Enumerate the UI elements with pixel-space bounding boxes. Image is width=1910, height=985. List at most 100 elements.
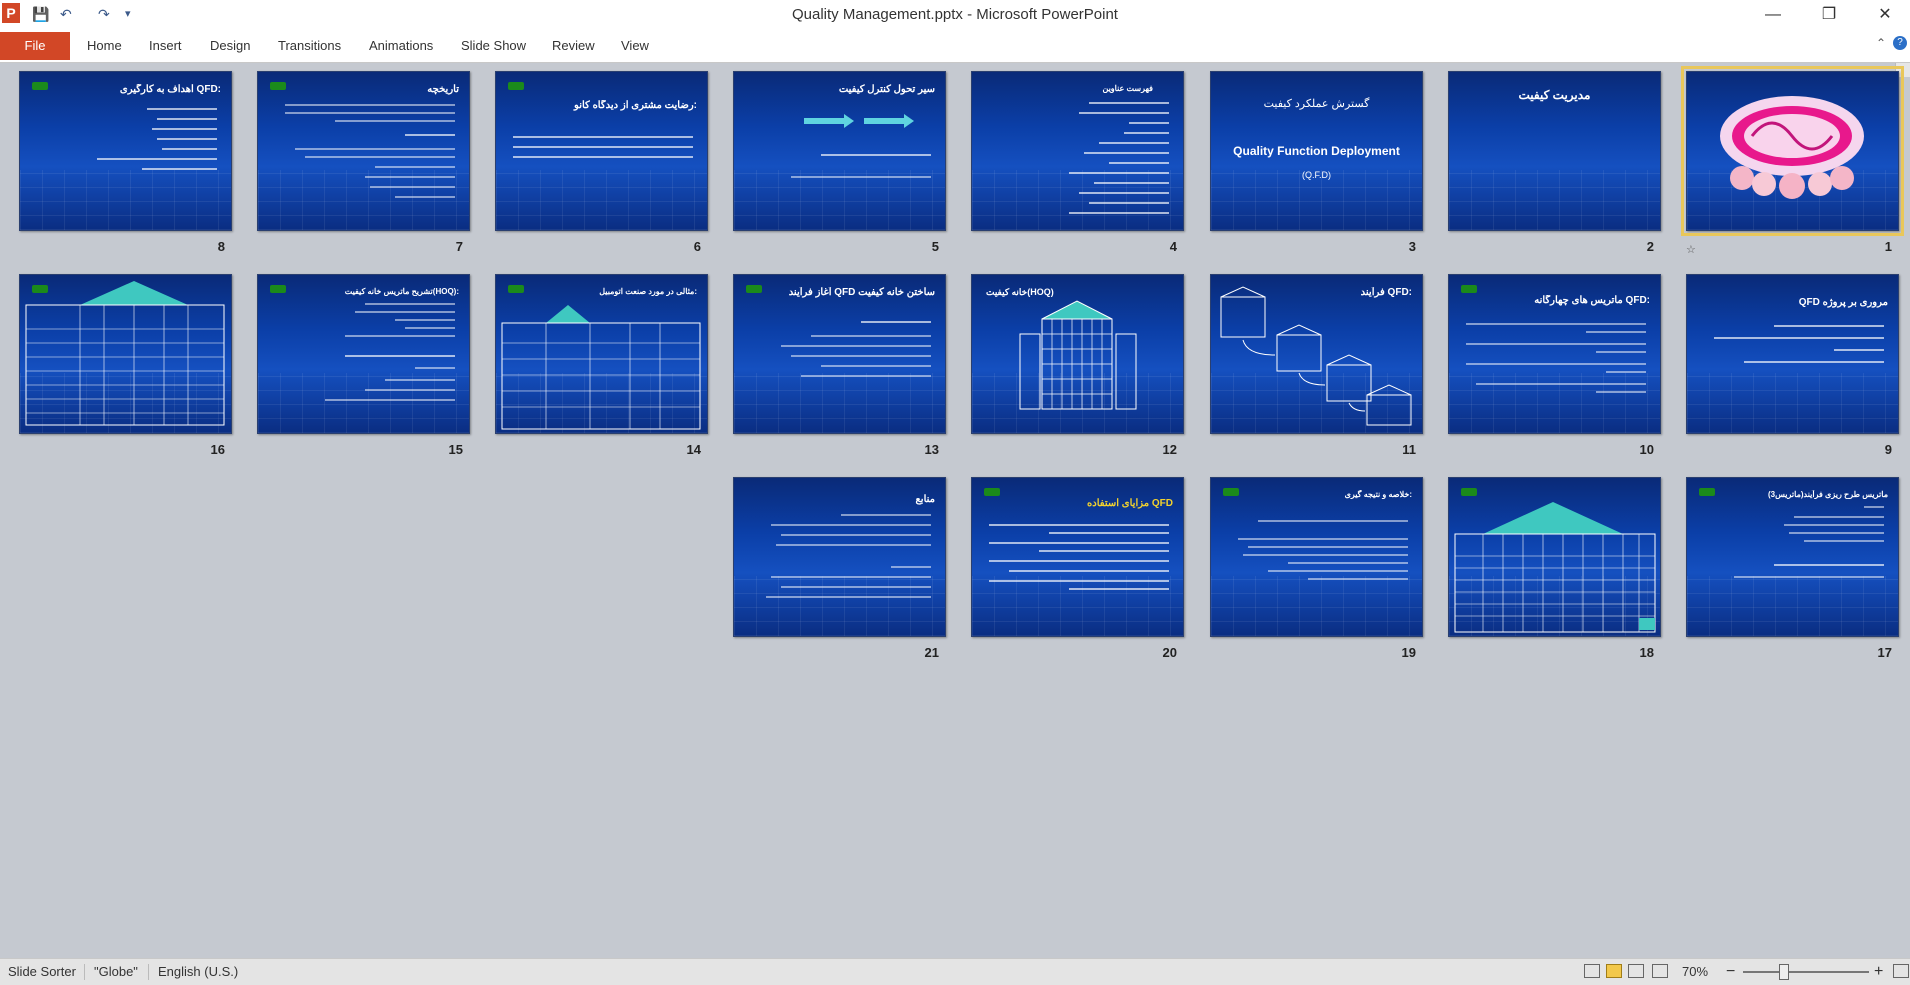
- tab-animations[interactable]: Animations: [369, 32, 433, 60]
- text-line: [370, 186, 455, 188]
- slide-background-grid: [1211, 576, 1422, 636]
- text-line: [1774, 564, 1884, 566]
- slide-number: 2: [1646, 239, 1654, 254]
- slide-thumbnail-3[interactable]: گسترش عملکرد کیفیت Quality Function Depl…: [1210, 71, 1423, 231]
- slide-thumbnail-18[interactable]: [1448, 477, 1661, 637]
- zoom-in-button[interactable]: +: [1874, 959, 1883, 985]
- text-line: [335, 120, 455, 122]
- slide-thumbnail-1[interactable]: [1681, 66, 1904, 236]
- slide-thumbnail-11[interactable]: فرآیند QFD:: [1210, 274, 1423, 434]
- slide-thumbnail-13[interactable]: آغاز فرآیند QFD ساختن خانه کیفیت: [733, 274, 946, 434]
- text-line: [1774, 325, 1884, 327]
- slide-thumbnail-14[interactable]: مثالی در مورد صنعت اتومبیل:: [495, 274, 708, 434]
- slide-thumbnail-19[interactable]: خلاصه و نتیجه گیری:: [1210, 477, 1423, 637]
- slide-thumbnail-9[interactable]: QFD مروری بر پروژه: [1686, 274, 1899, 434]
- fit-to-window-icon[interactable]: [1893, 964, 1909, 978]
- tab-file[interactable]: File: [0, 32, 70, 60]
- slide-background-grid: [20, 170, 231, 230]
- process-arrows: [804, 114, 914, 128]
- text-line: [989, 560, 1169, 562]
- tab-home[interactable]: Home: [87, 32, 122, 60]
- reading-view-icon[interactable]: [1628, 964, 1644, 978]
- slide-thumbnail-2[interactable]: مدیریت کیفیت: [1448, 71, 1661, 231]
- slide-thumbnail-4[interactable]: فهرست عناوین: [971, 71, 1184, 231]
- status-theme-name[interactable]: "Globe": [94, 959, 138, 985]
- zoom-slider-track[interactable]: [1743, 971, 1869, 973]
- slide-background-grid: [258, 170, 469, 230]
- text-line: [1124, 132, 1169, 134]
- text-line: [395, 196, 455, 198]
- zoom-slider-thumb[interactable]: [1779, 964, 1789, 980]
- minimize-button[interactable]: —: [1750, 0, 1796, 30]
- text-line: [1089, 102, 1169, 104]
- text-line: [1596, 391, 1646, 393]
- text-line: [415, 367, 455, 369]
- tab-insert[interactable]: Insert: [149, 32, 182, 60]
- slide-thumbnail-7[interactable]: تاریخچه: [257, 71, 470, 231]
- text-line: [811, 335, 931, 337]
- text-line: [771, 524, 931, 526]
- normal-view-icon[interactable]: [1584, 964, 1600, 978]
- text-line: [1069, 212, 1169, 214]
- text-line: [97, 158, 217, 160]
- slide-show-view-icon[interactable]: [1652, 964, 1668, 978]
- text-line: [1084, 152, 1169, 154]
- status-language[interactable]: English (U.S.): [158, 959, 238, 985]
- close-button[interactable]: ✕: [1862, 0, 1908, 30]
- slide-subtitle-2: (Q.F.D): [1302, 170, 1331, 180]
- slide-thumbnail-5[interactable]: سیر تحول کنترل کیفیت: [733, 71, 946, 231]
- text-line: [821, 365, 931, 367]
- help-icon[interactable]: ?: [1893, 36, 1907, 50]
- ribbon-tabs: File Home Insert Design Transitions Anim…: [0, 30, 1910, 63]
- slide-thumbnail-10[interactable]: ماتریس های چهارگانه QFD:: [1448, 274, 1661, 434]
- text-line: [405, 134, 455, 136]
- text-line: [1596, 351, 1646, 353]
- text-line: [791, 176, 931, 178]
- slide-sorter-view-icon[interactable]: [1606, 964, 1622, 978]
- slide-thumbnail-15[interactable]: تشریح ماتریس خانه کیفیت(HOQ):: [257, 274, 470, 434]
- tab-design[interactable]: Design: [210, 32, 250, 60]
- text-line: [152, 128, 217, 130]
- text-line: [791, 355, 931, 357]
- slide-thumbnail-17[interactable]: ماتریس طرح ریزی فرآیند(ماتریس3): [1686, 477, 1899, 637]
- slide-thumbnail-20[interactable]: مزایای استفاده QFD: [971, 477, 1184, 637]
- zoom-level[interactable]: 70%: [1682, 959, 1708, 985]
- slide-number: 16: [210, 442, 225, 457]
- text-line: [1744, 361, 1884, 363]
- slide-thumbnail-12[interactable]: خانه کیفیت(HOQ): [971, 274, 1184, 434]
- slide-number: 20: [1162, 645, 1177, 660]
- text-line: [1794, 516, 1884, 518]
- tab-view[interactable]: View: [621, 32, 649, 60]
- slide-number: 5: [931, 239, 939, 254]
- tab-review[interactable]: Review: [552, 32, 595, 60]
- text-line: [781, 534, 931, 536]
- slide-thumbnail-21[interactable]: منابع: [733, 477, 946, 637]
- text-line: [1069, 588, 1169, 590]
- slide-subtitle: Quality Function Deployment: [1233, 144, 1400, 158]
- text-line: [1466, 363, 1646, 365]
- tab-slide-show[interactable]: Slide Show: [461, 32, 526, 60]
- slide-number: 19: [1401, 645, 1416, 660]
- text-line: [513, 146, 693, 148]
- text-line: [345, 355, 455, 357]
- zoom-out-button[interactable]: −: [1726, 959, 1735, 985]
- text-line: [1804, 540, 1884, 542]
- maximize-button[interactable]: ❐: [1806, 0, 1852, 30]
- text-line: [1094, 182, 1169, 184]
- text-line: [781, 345, 931, 347]
- slide-background-grid: [1449, 170, 1660, 230]
- slide-number: 21: [924, 645, 939, 660]
- text-line: [771, 576, 931, 578]
- slide-thumbnail-16[interactable]: [19, 274, 232, 434]
- logo-icon: [984, 488, 1000, 496]
- slide-background-grid: [972, 170, 1183, 230]
- text-line: [1129, 122, 1169, 124]
- text-line: [1238, 538, 1408, 540]
- slide-title: گسترش عملکرد کیفیت: [1263, 98, 1370, 110]
- tab-transitions[interactable]: Transitions: [278, 32, 341, 60]
- slide-thumbnail-8[interactable]: اهداف به کارگیری QFD:: [19, 71, 232, 231]
- collapse-ribbon-icon[interactable]: ⌃: [1876, 36, 1886, 50]
- slide-thumbnail-6[interactable]: رضایت مشتری از دیدگاه کانو:: [495, 71, 708, 231]
- text-line: [1466, 343, 1646, 345]
- text-line: [1079, 192, 1169, 194]
